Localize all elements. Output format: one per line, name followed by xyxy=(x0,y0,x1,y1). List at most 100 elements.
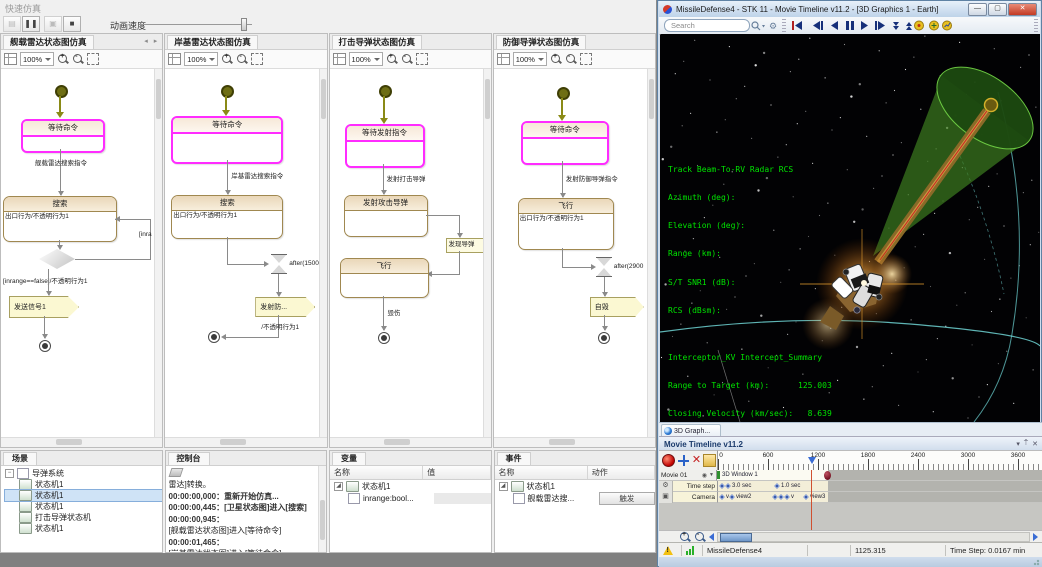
state-flight[interactable]: 飞行 xyxy=(340,258,429,298)
diagram-canvas[interactable]: 等待命令 发射防御导弹指令 飞行 出口行为/不透明行为1 after(2900 xyxy=(494,69,655,437)
minimize-button[interactable]: — xyxy=(968,3,987,16)
camera-icon[interactable]: ▣ xyxy=(659,492,673,503)
3d-viewport[interactable]: Track Beam-To-RV Radar RCS Azimuth (deg)… xyxy=(660,34,1040,422)
tab-defense-missile[interactable]: 防御导弹状态图仿真 xyxy=(496,35,587,49)
zoom-out-icon[interactable]: - xyxy=(401,53,413,65)
tree-item[interactable]: 打击导弹状态机 xyxy=(5,512,162,523)
tab-events[interactable]: 事件 xyxy=(497,452,531,465)
variable-value-cell[interactable] xyxy=(434,493,491,504)
move-keyframe-icon[interactable] xyxy=(677,454,690,467)
horizontal-scrollbar[interactable] xyxy=(494,437,655,447)
tab-scroll-arrows-icon[interactable]: ◂ ▸ xyxy=(144,37,159,45)
send-signal-node[interactable]: 发送信号1 xyxy=(9,296,79,318)
clear-console-icon[interactable] xyxy=(168,468,183,477)
diagram-canvas[interactable]: 等待发射指令 发射打击导弹 发射攻击导弹 发现导弹 xyxy=(330,69,491,437)
horizontal-scrollbar[interactable] xyxy=(165,437,326,447)
variable-row[interactable]: inrange:bool... xyxy=(330,492,491,504)
track-movie-label[interactable]: Movie 01 ◉ ▼ xyxy=(659,470,717,481)
vertical-scrollbar[interactable] xyxy=(318,466,326,552)
grid-icon[interactable] xyxy=(4,53,17,65)
record-icon[interactable] xyxy=(662,454,675,467)
zoom-select[interactable]: 100% xyxy=(20,52,54,66)
stop-button[interactable]: ■ xyxy=(63,16,81,32)
close-icon[interactable]: ✕ xyxy=(1032,440,1038,448)
column-name[interactable]: 名称 xyxy=(495,466,588,479)
zoom-select[interactable]: 100% xyxy=(513,52,547,66)
resize-grip[interactable] xyxy=(1031,557,1040,566)
keyframe-icon[interactable] xyxy=(729,494,735,500)
zoom-out-icon[interactable]: - xyxy=(565,53,577,65)
zoom-out-icon[interactable]: - xyxy=(236,53,248,65)
tab-shore-radar[interactable]: 岸基雷达状态图仿真 xyxy=(167,35,258,49)
pin-icon[interactable]: ⍑ xyxy=(1024,440,1028,448)
search-input[interactable]: Search xyxy=(664,19,750,32)
state-wait-command[interactable]: 等待命令 xyxy=(21,119,105,153)
track-timestep-label[interactable]: Time step xyxy=(673,481,718,492)
tree-item[interactable]: 状态机1 xyxy=(5,523,162,534)
final-state[interactable] xyxy=(39,340,51,352)
final-state[interactable] xyxy=(378,332,390,344)
zoom-select[interactable]: 100% xyxy=(184,52,218,66)
track-camera-label[interactable]: Camera xyxy=(673,492,718,503)
diagram-canvas[interactable]: 等待命令 舰载雷达搜索指令 搜索 出口行为/不透明行为1 [inra xyxy=(1,69,162,437)
initial-state[interactable] xyxy=(379,85,392,98)
maximize-button[interactable]: ▢ xyxy=(988,3,1007,16)
initial-state[interactable] xyxy=(55,85,68,98)
expander-icon[interactable]: ◢ xyxy=(499,482,508,491)
track-camera-content[interactable]: v view2 v view3 xyxy=(718,492,1042,503)
initial-state[interactable] xyxy=(221,85,234,98)
zoom-in-icon[interactable]: + xyxy=(221,53,233,65)
column-name[interactable]: 名称 xyxy=(330,466,423,479)
final-state[interactable] xyxy=(598,332,610,344)
tree-root[interactable]: ◢ 状态机1 xyxy=(495,480,656,492)
trigger-button[interactable]: 触发 xyxy=(599,492,655,505)
close-button[interactable]: ✕ xyxy=(1008,3,1037,16)
keyframe-icon[interactable] xyxy=(803,494,809,500)
send-signal-node[interactable]: 发射防... xyxy=(255,297,315,317)
state-flight[interactable]: 飞行 出口行为/不透明行为1 xyxy=(518,198,614,250)
fit-view-icon[interactable] xyxy=(87,53,99,65)
toolbar-overflow-grip[interactable] xyxy=(1034,19,1038,32)
pause-button[interactable]: ❚❚ xyxy=(22,16,40,32)
timeline-scrollbar[interactable] xyxy=(717,532,1030,542)
tab-strike-missile[interactable]: 打击导弹状态图仿真 xyxy=(332,35,423,49)
expander-icon[interactable]: − xyxy=(5,469,14,478)
keyframe-icon[interactable] xyxy=(725,483,731,489)
vertical-scrollbar[interactable] xyxy=(154,69,162,437)
animation-speed-slider-thumb[interactable] xyxy=(241,18,247,31)
tab-console[interactable]: 控制台 xyxy=(168,452,210,465)
state-launch-missile[interactable]: 发射攻击导弹 xyxy=(344,195,428,237)
chevron-down-icon[interactable]: ▼ xyxy=(709,472,714,478)
state-wait-command[interactable]: 等待命令 xyxy=(521,121,609,165)
fit-view-icon[interactable] xyxy=(580,53,592,65)
keyframe-icon[interactable] xyxy=(778,494,784,500)
delete-icon[interactable]: ✕ xyxy=(690,454,703,467)
movie-timeline-header[interactable]: Movie Timeline v11.2 ▾ ⍑ ✕ xyxy=(659,436,1042,451)
playback-controls[interactable] xyxy=(790,19,928,32)
report-icons[interactable] xyxy=(928,19,954,32)
grid-icon[interactable] xyxy=(497,53,510,65)
warning-icon[interactable] xyxy=(659,545,682,556)
stk-title-bar[interactable]: MissileDefense4 - STK 11 - Movie Timelin… xyxy=(659,1,1040,17)
send-signal-node[interactable]: 自毁 xyxy=(590,297,644,317)
gear-icon[interactable]: ⚙ xyxy=(769,21,777,31)
vertical-scrollbar[interactable] xyxy=(647,69,655,437)
column-value[interactable]: 值 xyxy=(423,466,490,479)
timeline-scrollbar-thumb[interactable] xyxy=(720,533,752,542)
tree-item-selected[interactable]: 状态机1 xyxy=(5,490,162,501)
state-search[interactable]: 搜索 出口行为/不透明行为1 xyxy=(171,195,283,239)
chevron-down-icon[interactable]: ▾ xyxy=(1016,440,1020,448)
expander-icon[interactable]: ◢ xyxy=(334,482,343,491)
keyframe-icon[interactable] xyxy=(719,494,725,500)
eye-icon[interactable]: ◉ xyxy=(702,472,707,479)
animation-speed-slider[interactable] xyxy=(140,24,252,25)
keyframe-icon[interactable] xyxy=(719,483,725,489)
keyframe-marker-red[interactable] xyxy=(824,471,831,480)
new-movie-icon[interactable] xyxy=(703,454,716,467)
keyframe-icon[interactable] xyxy=(772,494,778,500)
scroll-left-icon[interactable] xyxy=(709,533,714,541)
gear-icon[interactable]: ⚙ xyxy=(659,481,673,492)
film-icon[interactable]: ▤ xyxy=(3,16,21,32)
grid-icon[interactable] xyxy=(333,53,346,65)
final-state[interactable] xyxy=(208,331,220,343)
